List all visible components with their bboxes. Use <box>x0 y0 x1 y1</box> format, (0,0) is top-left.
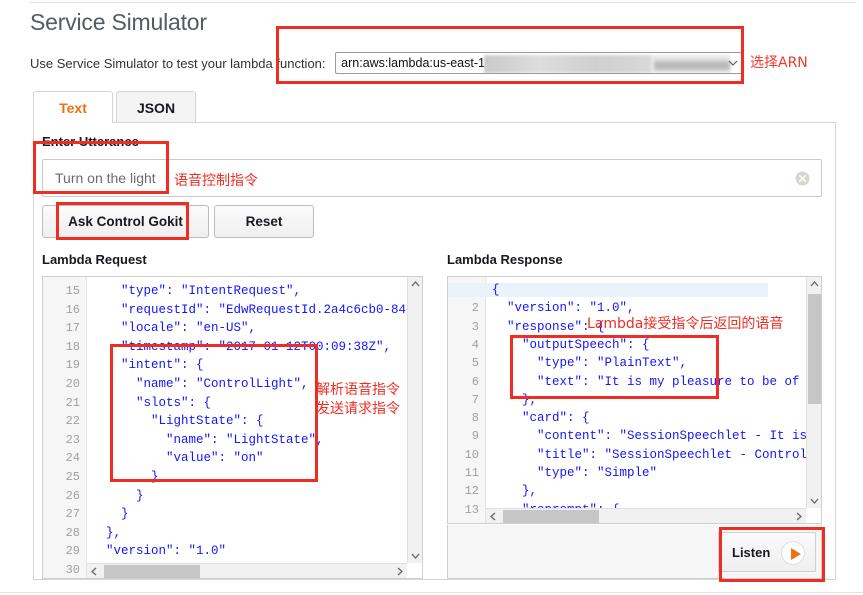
response-vertical-scrollbar[interactable] <box>806 277 821 508</box>
line-number: 19 <box>66 358 80 372</box>
line-number: 24 <box>66 451 80 465</box>
scroll-down-icon[interactable] <box>408 548 423 563</box>
line-number: 20 <box>66 377 80 391</box>
reset-button[interactable]: Reset <box>214 205 314 238</box>
line-number: 16 <box>66 303 80 317</box>
line-number: 6 <box>472 375 479 389</box>
line-number: 15 <box>66 284 80 298</box>
lambda-request-title: Lambda Request <box>42 252 147 267</box>
active-tab-mask <box>34 121 112 123</box>
highlight-box-listen <box>719 527 825 582</box>
top-divider <box>30 2 856 3</box>
line-number: 12 <box>465 484 479 498</box>
service-simulator-page: Service Simulator Use Service Simulator … <box>0 0 863 595</box>
line-number: 11 <box>465 466 479 480</box>
code-line: "type": "Simple" <box>492 466 657 480</box>
scroll-up-icon[interactable] <box>807 277 822 292</box>
annotation-utterance: 语音控制指令 <box>174 170 258 190</box>
request-horizontal-scrollbar[interactable] <box>87 563 407 578</box>
line-number: 2 <box>472 301 479 315</box>
highlight-box-request-intent <box>110 344 318 482</box>
highlight-box-arn <box>276 26 744 84</box>
scroll-right-icon[interactable] <box>392 564 407 579</box>
line-number: 8 <box>472 411 479 425</box>
scroll-up-icon[interactable] <box>408 277 423 292</box>
clear-circle-icon[interactable] <box>795 171 810 186</box>
line-number: 22 <box>66 414 80 428</box>
scroll-left-icon[interactable] <box>486 509 501 524</box>
line-number: 7 <box>472 393 479 407</box>
line-number: 5 <box>472 356 479 370</box>
line-number: 13 <box>465 503 479 517</box>
highlight-box-ask-button <box>56 202 189 240</box>
code-line: { <box>448 283 768 297</box>
code-line: } <box>91 489 144 503</box>
line-number: 28 <box>66 526 80 540</box>
scroll-right-icon[interactable] <box>791 509 806 524</box>
response-horizontal-scrollbar[interactable] <box>486 508 806 523</box>
line-number: 29 <box>66 544 80 558</box>
line-number: 4 <box>472 338 479 352</box>
annotation-request-line2: 发送请求指令 <box>316 398 400 418</box>
response-line-gutter: 1234567891011121314 <box>448 277 486 523</box>
bottom-divider <box>0 592 863 593</box>
lambda-response-title: Lambda Response <box>447 252 563 267</box>
line-number: 25 <box>66 470 80 484</box>
code-line: "requestId": "EdwRequestId.2a4c6cb0-84ea… <box>91 303 423 317</box>
line-number: 27 <box>66 507 80 521</box>
line-number: 23 <box>66 433 80 447</box>
line-number: 17 <box>66 321 80 335</box>
code-line: "type": "IntentRequest", <box>91 284 301 298</box>
annotation-request-line1: 解析语音指令 <box>316 379 400 399</box>
request-line-gutter: 15 16 17 18 19 20 21 22 23 24 25 26 27 28 29 30 <box>43 277 87 578</box>
line-number: 30 <box>66 563 80 577</box>
line-number: 10 <box>465 448 479 462</box>
line-number: 18 <box>66 340 80 354</box>
highlight-box-utterance <box>33 141 169 194</box>
code-line: }, <box>492 484 537 498</box>
code-line: "card": { <box>492 411 590 425</box>
highlight-box-response-speech <box>510 335 719 399</box>
line-number: 3 <box>472 320 479 334</box>
annotation-arn: 选择ARN <box>750 52 808 72</box>
tab-text[interactable]: Text <box>33 91 113 123</box>
scroll-down-icon[interactable] <box>807 493 822 508</box>
scroll-left-icon[interactable] <box>87 564 102 579</box>
annotation-response: Lambda接受指令后返回的语音 <box>587 313 783 333</box>
line-number: 9 <box>472 429 479 443</box>
line-number: 14 <box>465 521 479 524</box>
code-line: "locale": "en-US", <box>91 321 256 335</box>
code-line: "version": "1.0" <box>91 544 226 558</box>
request-vertical-scrollbar[interactable] <box>407 277 422 563</box>
tab-json[interactable]: JSON <box>116 91 196 123</box>
code-line: } <box>91 507 129 521</box>
tab-bar: TextJSON <box>33 91 196 123</box>
code-line: "content": "SessionSpeechlet - It is m <box>492 429 822 443</box>
line-number: 26 <box>66 489 80 503</box>
page-title: Service Simulator <box>30 9 207 36</box>
line-number: 21 <box>66 396 80 410</box>
code-line: "title": "SessionSpeechlet - ControlLi <box>492 448 822 462</box>
code-line: }, <box>91 526 121 540</box>
